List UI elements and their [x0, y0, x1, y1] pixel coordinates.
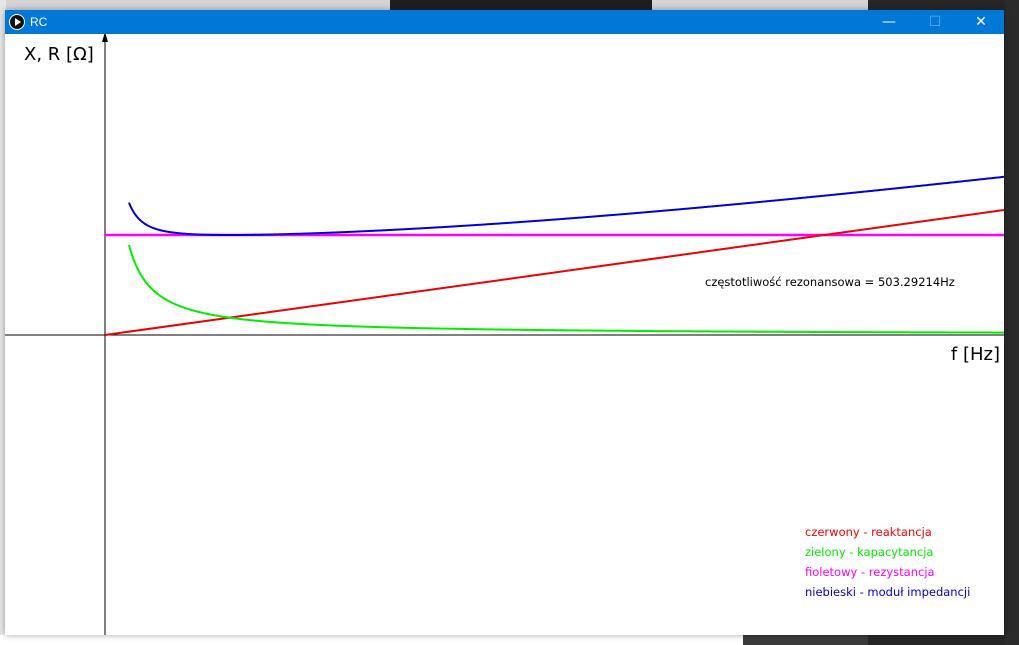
resonance-annotation: częstotliwość rezonansowa = 503.29214Hz	[705, 275, 955, 289]
title-bar[interactable]: RC — ☐ ✕	[5, 10, 1004, 34]
background-dark-strip	[743, 635, 868, 645]
maximize-button[interactable]: ☐	[912, 10, 958, 34]
legend-item-reactance: czerwony - reaktancja	[805, 525, 932, 539]
reactance-curve	[104, 209, 1005, 336]
plot-svg: X, R [Ω] f [Hz] częstotliwość rezonansow…	[5, 32, 1005, 635]
background-document-strip	[0, 635, 868, 645]
minimize-button[interactable]: —	[866, 10, 912, 34]
legend-item-capacitance: zielony - kapacytancja	[805, 545, 933, 559]
app-play-icon	[9, 14, 25, 30]
legend-item-impedance: niebieski - moduł impedancji	[805, 585, 970, 599]
background-app-top	[390, 0, 652, 10]
app-window: RC — ☐ ✕ X, R [Ω] f [Hz] częstotliwość r…	[5, 10, 1005, 635]
y-axis-arrow-icon	[102, 32, 108, 42]
window-title: RC	[30, 15, 48, 29]
x-axis-label: f [Hz]	[951, 344, 1000, 365]
background-app-right-edge	[1005, 0, 1019, 645]
plot-canvas: X, R [Ω] f [Hz] częstotliwość rezonansow…	[5, 32, 1005, 635]
y-axis-label: X, R [Ω]	[24, 44, 94, 65]
impedance-curve	[128, 175, 1005, 236]
legend-item-resistance: fioletowy - rezystancja	[805, 565, 935, 579]
legend: czerwony - reaktancja zielony - kapacyta…	[805, 525, 970, 599]
close-button[interactable]: ✕	[958, 10, 1004, 34]
